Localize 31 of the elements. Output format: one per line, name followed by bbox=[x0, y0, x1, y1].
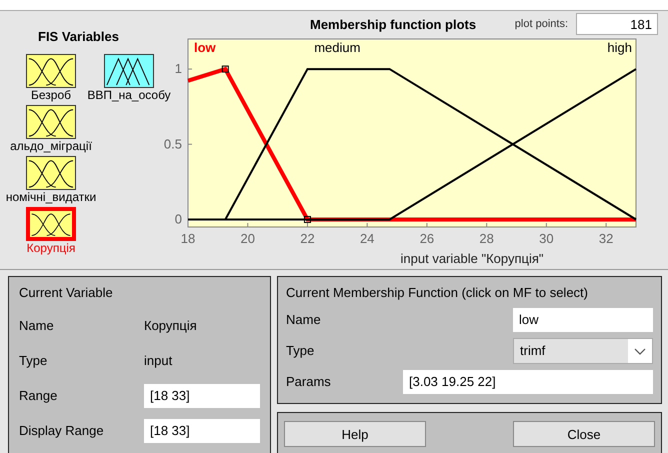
plot-points-label: plot points: bbox=[514, 18, 568, 30]
field-label: Params bbox=[286, 374, 331, 389]
field-label: Name bbox=[286, 312, 321, 327]
fis-variables-title: FIS Variables bbox=[37, 29, 120, 44]
field-value: input bbox=[144, 353, 174, 368]
variable-label: номічні_видатки bbox=[6, 190, 96, 205]
x-tick-label: 22 bbox=[300, 231, 315, 246]
variable-label: Корупція bbox=[26, 241, 76, 256]
x-tick-label: 32 bbox=[598, 231, 614, 246]
y-tick-label: 1 bbox=[174, 61, 182, 76]
x-tick-label: 18 bbox=[180, 231, 196, 246]
variable-label: ВВП_на_особу bbox=[87, 88, 171, 103]
field-label: Type bbox=[19, 353, 48, 368]
x-axis-label: input variable "Корупція" bbox=[400, 251, 544, 266]
variable-label: альдо_міграції bbox=[10, 139, 92, 154]
x-tick-label: 28 bbox=[479, 231, 494, 246]
x-tick-label: 20 bbox=[240, 231, 255, 246]
y-tick-label: 0.5 bbox=[164, 136, 182, 152]
panel-title: Current Variable bbox=[19, 285, 114, 300]
y-tick-label: 0 bbox=[174, 211, 182, 226]
variable-label: Безроб bbox=[30, 88, 71, 103]
field-label: Display Range bbox=[19, 423, 105, 438]
x-tick-label: 30 bbox=[539, 231, 554, 246]
field-value: Корупція bbox=[144, 318, 198, 333]
x-tick-label: 24 bbox=[360, 231, 374, 246]
field-label: Type bbox=[286, 343, 314, 358]
field-label: Range bbox=[19, 388, 58, 403]
panel-title: Current Membership Function (click on MF to select) bbox=[286, 285, 589, 300]
plot-title: Membership function plots bbox=[310, 16, 476, 32]
field-label: Name bbox=[19, 318, 55, 333]
x-tick-label: 26 bbox=[420, 231, 434, 246]
